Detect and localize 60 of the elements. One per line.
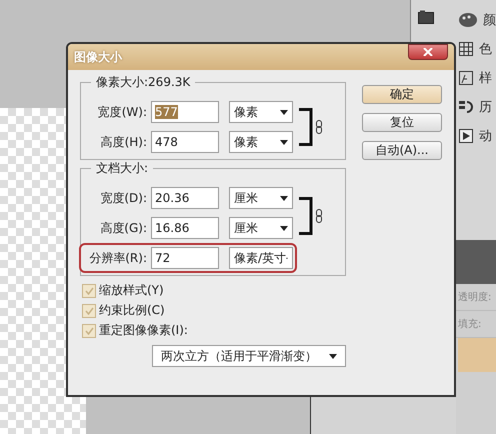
input-field[interactable]: 20.36 xyxy=(151,187,219,209)
field-value: 478 xyxy=(155,135,178,149)
caret-icon xyxy=(329,354,337,358)
unit-dropdown[interactable]: 像素/英寸 xyxy=(229,247,293,269)
panel-label[interactable]: 样 xyxy=(479,69,492,87)
input-field[interactable]: 478 xyxy=(151,131,219,153)
chain-link-icon xyxy=(316,209,322,223)
dialog-button[interactable]: 复位 xyxy=(362,113,442,132)
caret-icon xyxy=(280,226,288,230)
unit-dropdown[interactable]: 像素 xyxy=(229,101,293,123)
checkbox[interactable] xyxy=(82,284,96,298)
unit-dropdown[interactable]: 像素 xyxy=(229,131,293,153)
grid-icon xyxy=(459,42,473,56)
field-label: 宽度(W): xyxy=(96,104,147,120)
caret-icon xyxy=(280,140,288,144)
check-icon xyxy=(84,326,94,334)
field-label: 高度(H): xyxy=(100,134,147,150)
panel-label[interactable]: 动 xyxy=(479,127,492,145)
field-label: 分辨率(R): xyxy=(89,250,147,266)
window-title: 图像大小 xyxy=(74,48,122,66)
field-value: 72 xyxy=(155,251,170,265)
close-button[interactable] xyxy=(408,44,448,60)
caret-icon xyxy=(280,196,288,200)
check-icon xyxy=(84,306,94,314)
resample-dropdown[interactable]: 两次立方（适用于平滑渐变） xyxy=(152,345,346,367)
group-title: 像素大小:269.3K xyxy=(91,74,196,91)
unit-dropdown[interactable]: 厘米 xyxy=(229,187,293,209)
field-label: 高度(G): xyxy=(99,220,147,236)
bracket-icon xyxy=(299,108,313,146)
close-icon xyxy=(423,48,433,56)
field-value: 20.36 xyxy=(155,191,190,205)
field-value: 577 xyxy=(155,105,178,119)
checkbox[interactable] xyxy=(82,304,96,318)
dialog-button[interactable]: 确定 xyxy=(362,85,442,104)
unit-dropdown[interactable]: 厘米 xyxy=(229,217,293,239)
panel-label[interactable]: 色 xyxy=(479,40,492,58)
field-value: 16.86 xyxy=(155,221,190,235)
history-icon xyxy=(459,100,473,114)
group-title: 文档大小: xyxy=(91,160,154,177)
fx-icon xyxy=(459,71,473,85)
panel-header xyxy=(456,240,496,284)
layer-row[interactable] xyxy=(458,338,496,372)
folder-icon[interactable] xyxy=(418,10,434,24)
palette-icon xyxy=(459,13,477,27)
panel-label[interactable]: 颜 xyxy=(483,11,496,29)
input-field[interactable]: 72 xyxy=(151,247,219,269)
checkbox-label: 重定图像像素(I): xyxy=(99,322,188,339)
chain-link-icon xyxy=(316,120,322,134)
play-icon xyxy=(459,129,473,143)
caret-icon xyxy=(280,110,288,114)
check-icon xyxy=(84,286,94,294)
checkbox-label: 缩放样式(Y) xyxy=(99,282,164,299)
input-field[interactable]: 16.86 xyxy=(151,217,219,239)
panel-label[interactable]: 历 xyxy=(479,98,492,116)
bracket-icon xyxy=(299,197,313,235)
input-field[interactable]: 577 xyxy=(151,101,219,123)
checkbox[interactable] xyxy=(82,324,96,338)
checkbox-label: 约束比例(C) xyxy=(99,302,165,319)
field-label: 宽度(D): xyxy=(99,190,147,206)
dialog-button[interactable]: 自动(A)... xyxy=(362,141,442,160)
